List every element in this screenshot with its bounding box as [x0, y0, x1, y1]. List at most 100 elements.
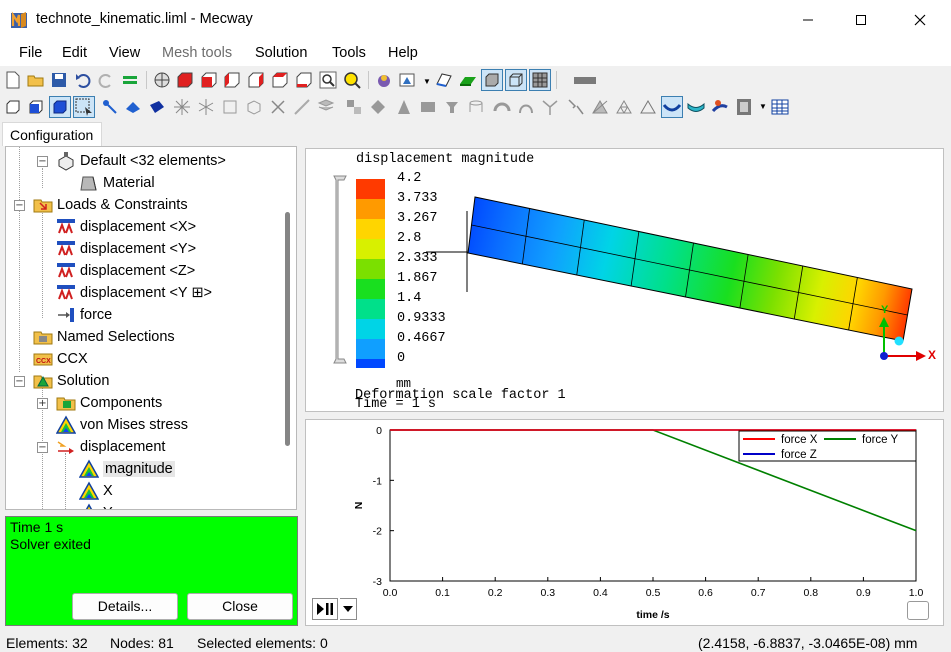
minimize-button[interactable]: [785, 0, 831, 40]
menu-edit[interactable]: Edit: [62, 45, 87, 61]
maximize-button[interactable]: [838, 0, 884, 40]
tree-item-displacement-x[interactable]: displacement <X>: [56, 216, 196, 238]
tree-item-magnitude[interactable]: magnitude: [79, 458, 175, 480]
selection-toolbar: ▼: [0, 94, 800, 121]
open-folder-icon[interactable]: [26, 70, 46, 90]
collapse-toggle[interactable]: −: [14, 200, 25, 211]
star-tool-icon[interactable]: [196, 97, 216, 117]
cut-plane-icon[interactable]: [434, 70, 454, 90]
y-tick-label: 0: [376, 425, 382, 437]
explode-icon[interactable]: [172, 97, 192, 117]
mesh-tool-i-icon[interactable]: [492, 97, 512, 117]
redo-icon[interactable]: [96, 70, 116, 90]
tree-item-displacement-y-local[interactable]: displacement <Y ⊞>: [56, 282, 212, 304]
tree-item-displacement-z[interactable]: displacement <Z>: [56, 260, 195, 282]
mesh-tool-f-icon[interactable]: [418, 97, 438, 117]
tree-item-displacement-y[interactable]: displacement <Y>: [56, 238, 196, 260]
tree-item-von-mises-stress[interactable]: von Mises stress: [56, 414, 188, 436]
tab-configuration[interactable]: Configuration: [2, 122, 102, 146]
chart-options-button[interactable]: [907, 601, 929, 620]
zoom-fit-icon[interactable]: [342, 70, 362, 90]
tree-item-default-group[interactable]: Default <32 elements>: [56, 150, 226, 172]
view-top-icon[interactable]: [270, 70, 290, 90]
mesh-tool-g-icon[interactable]: [442, 97, 462, 117]
expand-toggle[interactable]: +: [37, 398, 48, 409]
playback-options-button[interactable]: [340, 598, 357, 620]
mesh-tool-n-icon[interactable]: [614, 97, 634, 117]
shaded-mode-icon[interactable]: [481, 69, 503, 91]
close-window-button[interactable]: [897, 0, 943, 40]
tree-item-named-selections[interactable]: Named Selections: [33, 326, 175, 348]
mesh-edges-icon[interactable]: [529, 69, 551, 91]
tree-item-components[interactable]: Components: [56, 392, 162, 414]
delete-tool-icon[interactable]: [268, 97, 288, 117]
mesh-tool-k-icon[interactable]: [540, 97, 560, 117]
select-faces-icon[interactable]: [26, 97, 46, 117]
view-front-icon[interactable]: [175, 70, 195, 90]
view-bottom-icon[interactable]: [294, 70, 314, 90]
mesh-tool-j-icon[interactable]: [516, 97, 536, 117]
select-tool-c-icon[interactable]: [147, 97, 167, 117]
displacement-constraint-icon: [56, 239, 76, 259]
select-elements-icon[interactable]: [49, 96, 71, 118]
tree-item-material[interactable]: Material: [79, 172, 155, 194]
square-tool-icon[interactable]: [220, 97, 240, 117]
mesh-tool-m-icon[interactable]: [590, 97, 610, 117]
render-icon[interactable]: [374, 70, 394, 90]
menu-solution[interactable]: Solution: [255, 45, 307, 61]
menu-help[interactable]: Help: [388, 45, 418, 61]
mesh-tool-b-icon[interactable]: [316, 97, 336, 117]
close-button[interactable]: Close: [187, 593, 293, 620]
collapse-toggle[interactable]: −: [14, 376, 25, 387]
tree-item-displacement-result[interactable]: displacement: [56, 436, 165, 458]
wireframe-mode-icon[interactable]: [505, 69, 527, 91]
view-back-icon[interactable]: [199, 70, 219, 90]
tree-item-force[interactable]: force: [56, 304, 112, 326]
display-options-icon[interactable]: [398, 70, 418, 90]
collapse-toggle[interactable]: −: [37, 156, 48, 167]
save-icon[interactable]: [49, 70, 69, 90]
menu-view[interactable]: View: [109, 45, 140, 61]
triangle-tool-icon[interactable]: [638, 97, 658, 117]
mesh-tool-l-icon[interactable]: [566, 97, 586, 117]
shaded-surface-icon[interactable]: [458, 70, 478, 90]
table-view-icon[interactable]: [770, 97, 790, 117]
tree-item-ccx[interactable]: CCX CCX: [33, 348, 88, 370]
mesh-tool-e-icon[interactable]: [394, 97, 414, 117]
undo-icon[interactable]: [73, 70, 93, 90]
menu-mesh-tools[interactable]: Mesh tools: [162, 45, 232, 61]
select-tool-b-icon[interactable]: [123, 97, 143, 117]
view-iso-icon[interactable]: [152, 70, 172, 90]
details-button[interactable]: Details...: [72, 593, 178, 620]
tree-item-displacement-y-result[interactable]: Y: [79, 502, 113, 509]
cube-tool-icon[interactable]: [244, 97, 264, 117]
dropdown-arrow-icon[interactable]: ▼: [423, 77, 431, 86]
tree-item-solution[interactable]: Solution: [33, 370, 109, 392]
zoom-window-icon[interactable]: [318, 70, 338, 90]
contour-result-toolbar-icon[interactable]: [661, 96, 683, 118]
mesh-tool-c-icon[interactable]: [344, 97, 364, 117]
menu-tools[interactable]: Tools: [332, 45, 366, 61]
select-rectangle-icon[interactable]: [73, 96, 95, 118]
play-pause-button[interactable]: [312, 598, 338, 620]
model-3d-view[interactable]: displacement magnitude 4.2 3.733 3.267 2.8 2…: [305, 148, 944, 412]
collapse-toggle[interactable]: −: [37, 442, 48, 453]
tree-item-displacement-x-result[interactable]: X: [79, 480, 113, 502]
animation-dropdown-icon[interactable]: ▼: [759, 102, 767, 111]
select-nodes-icon[interactable]: [3, 97, 23, 117]
view-right-icon[interactable]: [246, 70, 266, 90]
view-left-icon[interactable]: [222, 70, 242, 90]
tree-item-loads-constraints[interactable]: Loads & Constraints: [33, 194, 188, 216]
menu-file[interactable]: File: [19, 45, 42, 61]
animation-icon[interactable]: [710, 97, 730, 117]
new-file-icon[interactable]: [3, 70, 23, 90]
mesh-tool-h-icon[interactable]: [466, 97, 486, 117]
y-tick-label: -3: [373, 576, 382, 588]
select-tool-a-icon[interactable]: [100, 97, 120, 117]
film-strip-icon[interactable]: [734, 97, 754, 117]
mesh-tool-d-icon[interactable]: [368, 97, 388, 117]
mesh-tool-a-icon[interactable]: [292, 97, 312, 117]
deformed-shape-icon[interactable]: [686, 97, 706, 117]
solve-icon[interactable]: [120, 70, 140, 90]
tree-scrollbar[interactable]: [285, 212, 290, 446]
